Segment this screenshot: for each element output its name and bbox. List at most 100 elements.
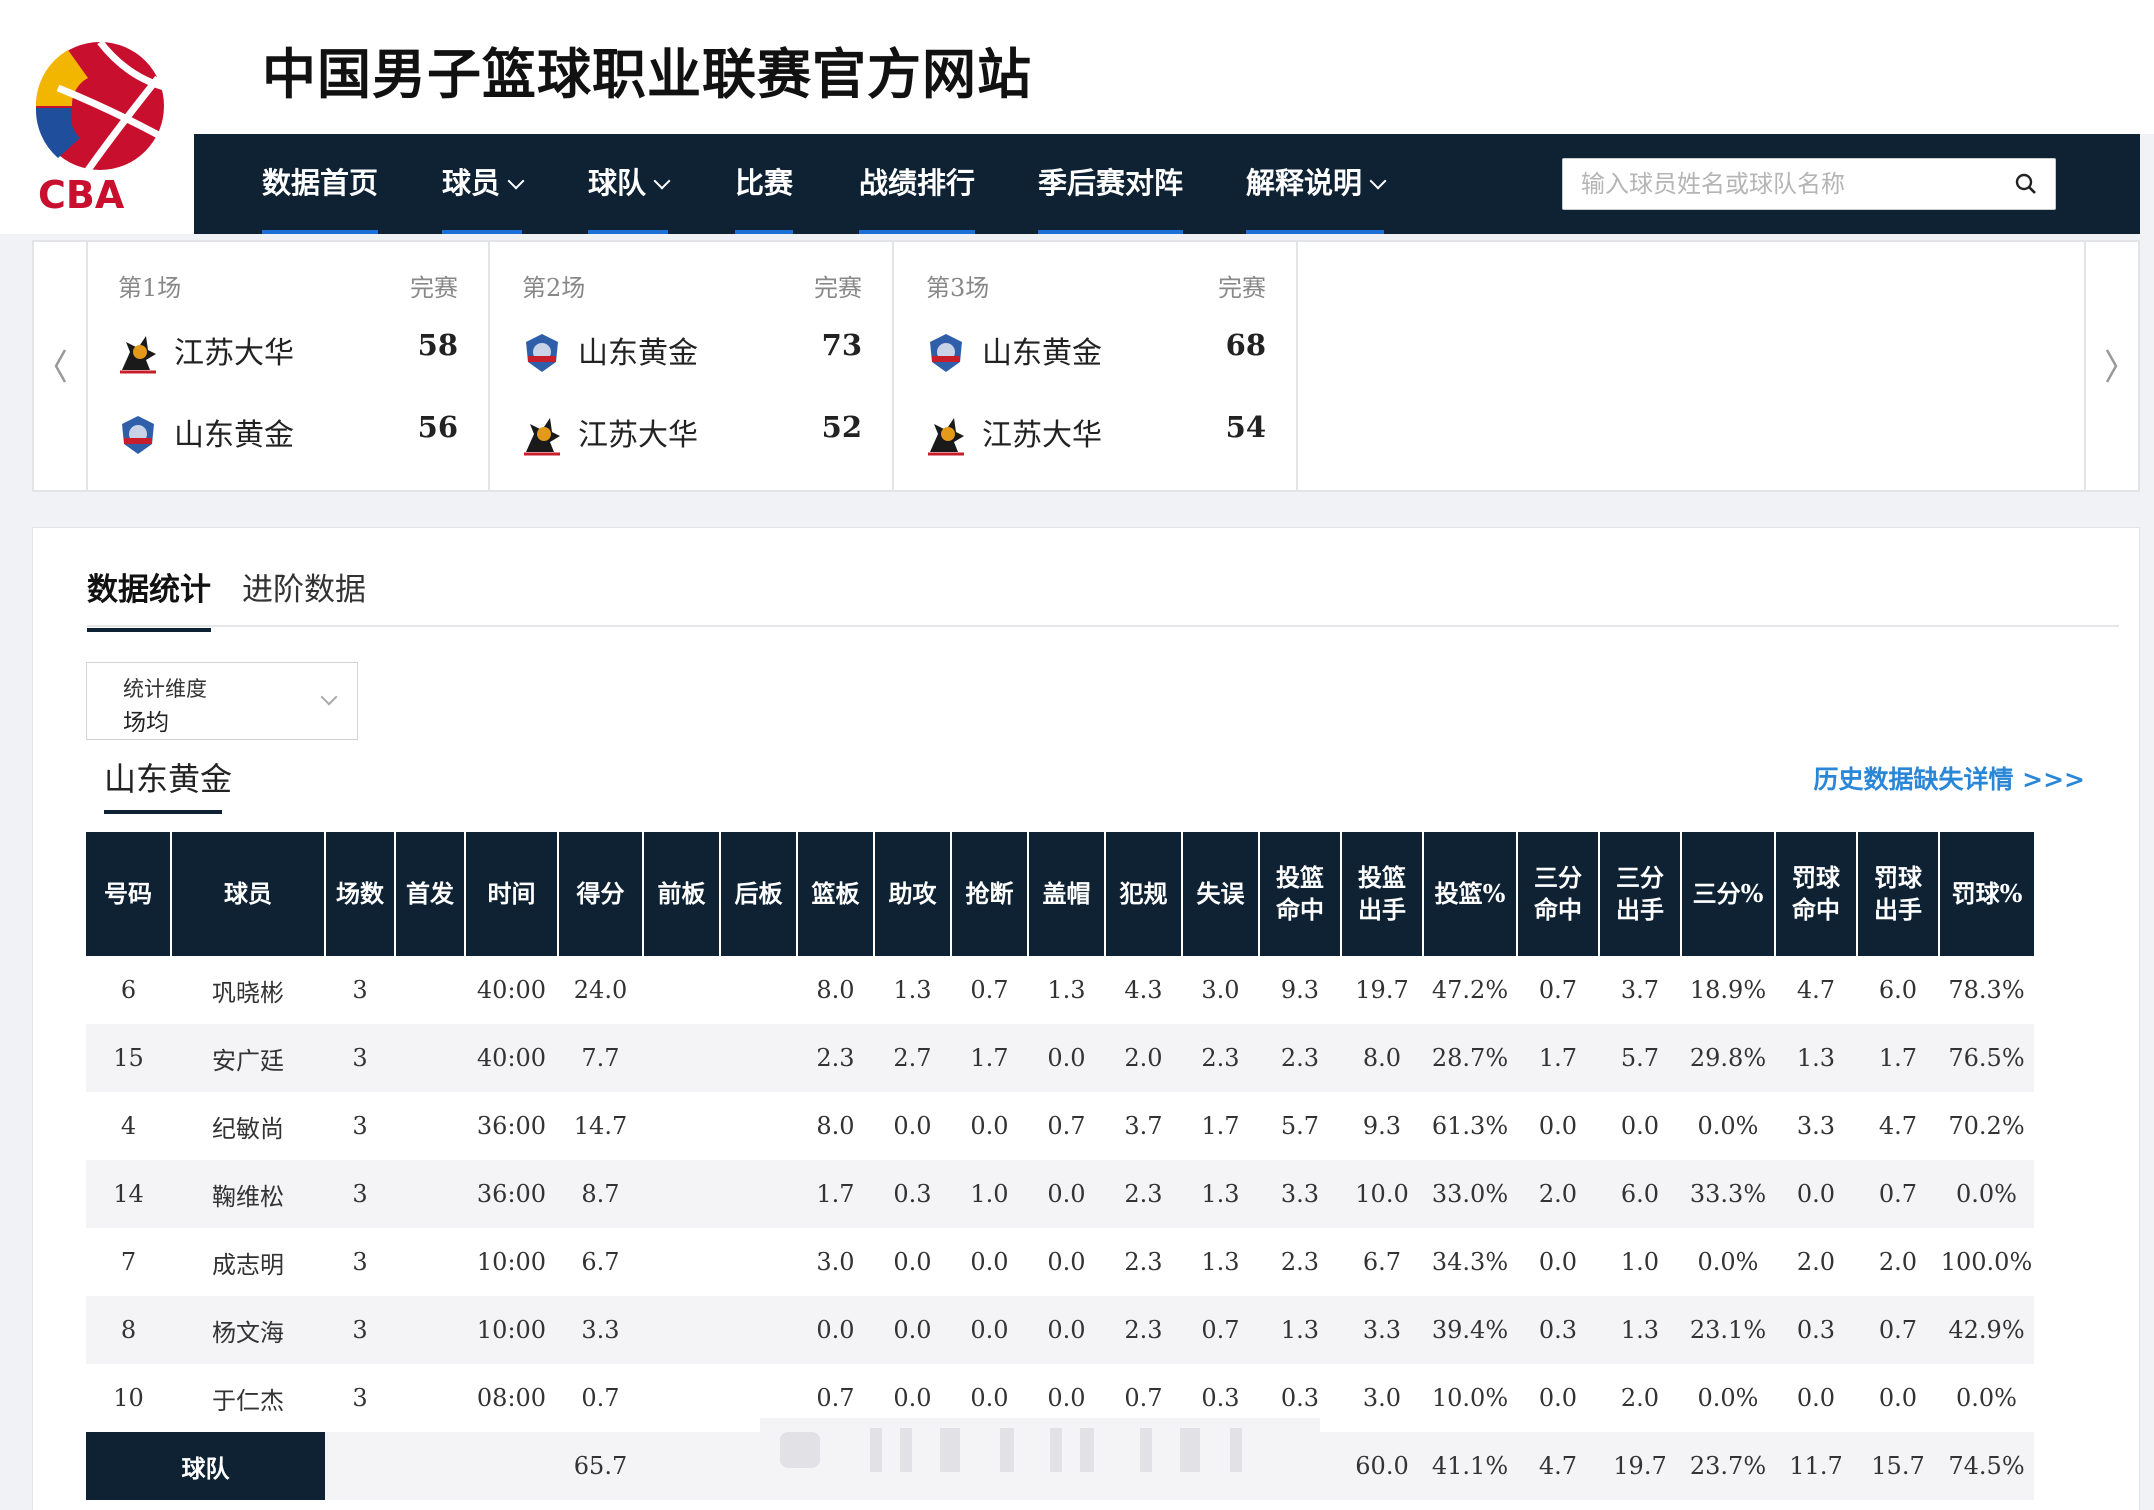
- stat-cell: 3.3: [1775, 1092, 1857, 1160]
- stat-cell: 2.0: [1775, 1228, 1857, 1296]
- stat-cell: 0.0: [1028, 1024, 1105, 1092]
- stat-cell: [720, 1160, 797, 1228]
- team-tab[interactable]: 山东黄金: [104, 754, 232, 800]
- stat-cell: 39.4%: [1423, 1296, 1517, 1364]
- stat-cell: 0.0: [951, 1228, 1028, 1296]
- column-header[interactable]: 前板: [642, 832, 720, 956]
- stat-cell: 36:00: [465, 1092, 558, 1160]
- column-header[interactable]: 盖帽: [1027, 832, 1105, 956]
- player-name-cell[interactable]: 于仁杰: [171, 1364, 325, 1432]
- stat-cell: 36:00: [465, 1160, 558, 1228]
- team-score: 56: [417, 410, 458, 444]
- search-icon[interactable]: [2013, 171, 2039, 197]
- carousel-prev-button[interactable]: [34, 242, 88, 490]
- player-name-cell[interactable]: 鞠维松: [171, 1160, 325, 1228]
- column-header[interactable]: 罚球 出手: [1856, 832, 1939, 956]
- column-header[interactable]: 抢断: [950, 832, 1028, 956]
- logo-text: CBA: [38, 173, 125, 216]
- stat-cell: [720, 1364, 797, 1432]
- column-header[interactable]: 罚球 命中: [1774, 832, 1857, 956]
- cba-logo[interactable]: CBA: [0, 0, 194, 234]
- nav-item[interactable]: 季后赛对阵: [1038, 134, 1184, 234]
- nav-item[interactable]: 解释说明: [1246, 134, 1387, 234]
- stat-cell: 0.0: [951, 1092, 1028, 1160]
- column-header[interactable]: 时间: [464, 832, 558, 956]
- stat-cell: 0.7: [951, 956, 1028, 1024]
- tab-advanced[interactable]: 进阶数据: [242, 564, 366, 622]
- stat-cell: [395, 1092, 465, 1160]
- column-header[interactable]: 助攻: [873, 832, 951, 956]
- column-header[interactable]: 场数: [324, 832, 395, 956]
- nav-item[interactable]: 球队: [588, 134, 671, 234]
- player-name-cell[interactable]: 杨文海: [171, 1296, 325, 1364]
- stat-cell: 0.3: [1517, 1296, 1599, 1364]
- stat-cell: 28.7%: [1423, 1024, 1517, 1092]
- nav-item-label: 季后赛对阵: [1038, 166, 1184, 200]
- carousel-next-button[interactable]: [2084, 242, 2138, 490]
- stat-cell: 3: [325, 1024, 395, 1092]
- search-input[interactable]: [1581, 159, 2001, 209]
- stat-cell: 3.0: [1341, 1364, 1423, 1432]
- stat-cell: [720, 1024, 797, 1092]
- nav-item[interactable]: 数据首页: [262, 134, 379, 234]
- nav-item[interactable]: 比赛: [735, 134, 794, 234]
- stat-cell: 33.0%: [1423, 1160, 1517, 1228]
- team-total-row: 球队 65.7 60.0 41.1% 4.7 19.7 23.7% 11.7 15.7 74.5%: [86, 1432, 2034, 1500]
- stat-cell: 3.3: [1259, 1160, 1341, 1228]
- stat-cell: 40:00: [465, 1024, 558, 1092]
- team-name: 山东黄金: [578, 336, 698, 371]
- player-name-cell[interactable]: 巩晓彬: [171, 956, 325, 1024]
- stat-cell: 2.3: [1182, 1024, 1259, 1092]
- stat-cell: 61.3%: [1423, 1092, 1517, 1160]
- column-header[interactable]: 得分: [557, 832, 643, 956]
- column-header[interactable]: 三分 出手: [1598, 832, 1681, 956]
- column-header[interactable]: 号码: [86, 832, 171, 956]
- game-card[interactable]: 第3场 完赛 山东黄金 68 江苏大华 54: [896, 242, 1298, 490]
- column-header[interactable]: 投篮 命中: [1258, 832, 1341, 956]
- stat-cell: 76.5%: [1939, 1024, 2034, 1092]
- nav-item[interactable]: 球员: [442, 134, 525, 234]
- stat-cell: 0.0: [874, 1364, 951, 1432]
- game-card[interactable]: 第2场 完赛 山东黄金 73 江苏大华 52: [492, 242, 894, 490]
- stat-cell: 3.3: [558, 1296, 643, 1364]
- chevron-down-icon: [320, 688, 338, 706]
- column-header[interactable]: 失误: [1181, 832, 1259, 956]
- stat-cell: 10:00: [465, 1296, 558, 1364]
- team-stat-cell: [643, 1432, 720, 1500]
- nav-underline: [735, 230, 794, 234]
- nav-item[interactable]: 战绩排行: [859, 134, 976, 234]
- game-card[interactable]: 第1场 完赛 江苏大华 58 山东黄金 56: [88, 242, 490, 490]
- stat-cell: 0.0%: [1681, 1228, 1775, 1296]
- history-data-link[interactable]: 历史数据缺失详情 >>>: [1813, 760, 2085, 796]
- column-header[interactable]: 投篮 出手: [1340, 832, 1423, 956]
- dimension-select[interactable]: 统计维度 场均: [86, 662, 358, 740]
- team-name: 江苏大华: [174, 336, 294, 371]
- stat-cell: [395, 1296, 465, 1364]
- stat-cell: 1.3: [1775, 1024, 1857, 1092]
- column-header[interactable]: 篮板: [796, 832, 874, 956]
- team-stat-cell: 15.7: [1857, 1432, 1939, 1500]
- tab-divider: [87, 625, 2119, 627]
- team-stat-cell: 74.5%: [1939, 1432, 2034, 1500]
- column-header[interactable]: 球员: [170, 832, 325, 956]
- column-header[interactable]: 罚球%: [1938, 832, 2034, 956]
- column-header[interactable]: 三分 命中: [1516, 832, 1599, 956]
- player-name-cell[interactable]: 安广廷: [171, 1024, 325, 1092]
- stat-cell: 3.7: [1105, 1092, 1182, 1160]
- table-row: 15 安广廷 3 40:00 7.7 2.3 2.7 1.7 0.0 2.0 2.3 2.3 8.0 28…: [86, 1024, 2034, 1092]
- tab-stats[interactable]: 数据统计: [87, 564, 211, 632]
- column-header[interactable]: 首发: [394, 832, 465, 956]
- column-header[interactable]: 投篮%: [1422, 832, 1517, 956]
- stat-cell: 8: [86, 1296, 171, 1364]
- player-name-cell[interactable]: 成志明: [171, 1228, 325, 1296]
- team-stat-cell: 60.0: [1341, 1432, 1423, 1500]
- player-name-cell[interactable]: 纪敏尚: [171, 1092, 325, 1160]
- column-header[interactable]: 后板: [719, 832, 797, 956]
- column-header[interactable]: 犯规: [1104, 832, 1182, 956]
- chevron-down-icon: [653, 172, 671, 190]
- stat-cell: 23.1%: [1681, 1296, 1775, 1364]
- stat-cell: 0.7: [1182, 1296, 1259, 1364]
- table-row: 8 杨文海 3 10:00 3.3 0.0 0.0 0.0 0.0 2.3 0.7 1.3 3.3 39.…: [86, 1296, 2034, 1364]
- column-header[interactable]: 三分%: [1680, 832, 1775, 956]
- search-box[interactable]: [1562, 158, 2056, 210]
